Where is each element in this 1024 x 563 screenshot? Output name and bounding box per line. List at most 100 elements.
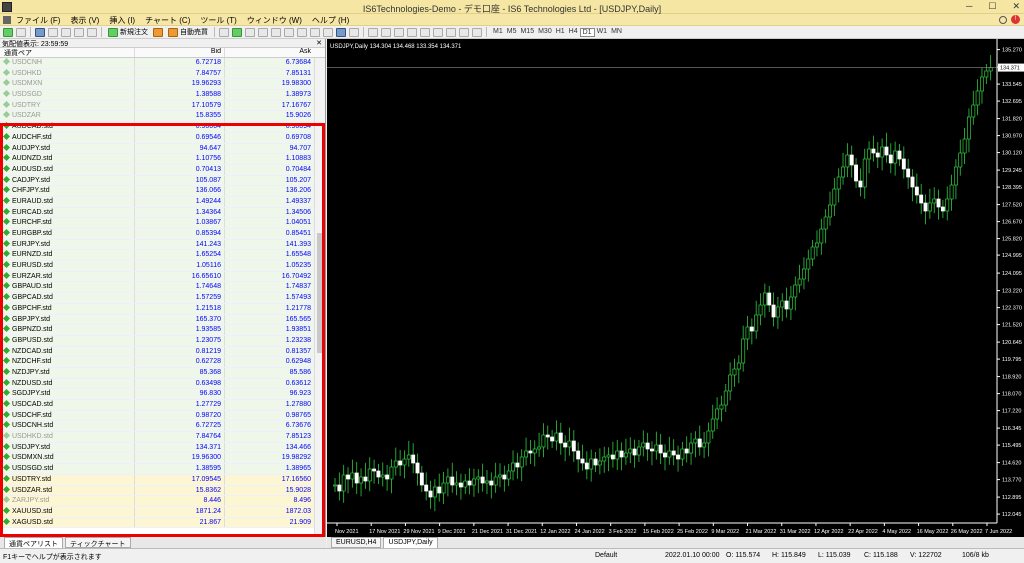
table-row[interactable]: USDCHF.std 0.98720 0.98765: [0, 410, 314, 422]
table-row[interactable]: USDZAR 15.8355 15.9026: [0, 111, 314, 123]
timeframe-d1[interactable]: D1: [579, 27, 595, 37]
terminal-icon[interactable]: [74, 27, 84, 37]
table-row[interactable]: NZDJPY.std 85.368 85.586: [0, 367, 314, 379]
chart-shift-icon[interactable]: [310, 27, 320, 37]
search-icon[interactable]: [999, 15, 1007, 24]
table-row[interactable]: EURNZD.std 1.65254 1.65548: [0, 250, 314, 262]
new-chart-icon[interactable]: [3, 27, 13, 37]
templates-icon[interactable]: [349, 27, 359, 37]
menu-item-4[interactable]: ツール (T): [200, 15, 236, 26]
timeframe-h4[interactable]: H4: [567, 28, 580, 37]
close-button[interactable]: ✕: [1012, 1, 1020, 12]
table-row[interactable]: USDSGD 1.38588 1.38973: [0, 90, 314, 101]
menu-item-2[interactable]: 挿入 (I): [109, 15, 135, 26]
timeframe-h1[interactable]: H1: [554, 28, 567, 37]
tile-windows-icon[interactable]: [284, 27, 294, 37]
col-symbol[interactable]: 通貨ペア: [0, 48, 135, 57]
table-row[interactable]: USDHKD 7.84757 7.85131: [0, 68, 314, 80]
table-row[interactable]: GBPCHF.std 1.21518 1.21778: [0, 303, 314, 315]
table-row[interactable]: GBPUSD.std 1.23075 1.23238: [0, 335, 314, 347]
menu-item-6[interactable]: ヘルプ (H): [312, 15, 349, 26]
table-row[interactable]: CADJPY.std 105.087 105.207: [0, 175, 314, 187]
metaeditor-icon[interactable]: [153, 27, 163, 37]
timeframe-m30[interactable]: M30: [536, 28, 554, 37]
new-order-button[interactable]: 新規注文: [106, 27, 150, 37]
text-icon[interactable]: [459, 27, 469, 37]
maximize-button[interactable]: ☐: [988, 1, 996, 12]
zoom-in-icon[interactable]: [258, 27, 268, 37]
scrollbar-thumb[interactable]: [317, 233, 324, 353]
col-bid[interactable]: Bid: [135, 48, 225, 57]
menu-item-1[interactable]: 表示 (V): [70, 15, 99, 26]
bar-chart-icon[interactable]: [219, 27, 229, 37]
table-row[interactable]: EURUSD.std 1.05116 1.05235: [0, 261, 314, 272]
trendline-icon[interactable]: [420, 27, 430, 37]
table-row[interactable]: USDHKD.std 7.84764 7.85123: [0, 432, 314, 443]
table-row[interactable]: AUDCAD.std 0.90004 0.90094: [0, 122, 314, 133]
table-row[interactable]: AUDJPY.std 94.647 94.707: [0, 143, 314, 155]
table-row[interactable]: AUDNZD.std 1.10756 1.10883: [0, 154, 314, 165]
table-row[interactable]: EURGBP.std 0.85394 0.85451: [0, 228, 314, 240]
data-window-icon[interactable]: [48, 27, 58, 37]
table-row[interactable]: GBPJPY.std 165.370 165.565: [0, 314, 314, 326]
col-ask[interactable]: Ask: [225, 48, 314, 57]
table-row[interactable]: EURCAD.std 1.34364 1.34506: [0, 207, 314, 219]
menu-item-5[interactable]: ウィンドウ (W): [247, 15, 302, 26]
market-watch-scrollbar[interactable]: [314, 58, 325, 537]
timeframe-m5[interactable]: M5: [505, 28, 519, 37]
table-row[interactable]: NZDCHF.std 0.62728 0.62948: [0, 357, 314, 368]
table-row[interactable]: SGDJPY.std 96.830 96.923: [0, 389, 314, 400]
notification-icon[interactable]: !: [1011, 15, 1020, 24]
table-row[interactable]: USDTRY.std 17.09545 17.16560: [0, 474, 314, 486]
table-row[interactable]: EURAUD.std 1.49244 1.49337: [0, 196, 314, 208]
minimize-button[interactable]: ─: [966, 1, 972, 12]
price-chart[interactable]: USDJPY,Daily 134.304 134.468 133.354 134…: [327, 39, 1024, 537]
table-row[interactable]: NZDCAD.std 0.81219 0.81357: [0, 346, 314, 358]
table-row[interactable]: USDMXN.std 19.96300 19.98292: [0, 453, 314, 465]
tab-symbols[interactable]: 通貨ペアリスト: [4, 537, 63, 548]
vertical-line-icon[interactable]: [394, 27, 404, 37]
channel-icon[interactable]: [433, 27, 443, 37]
table-row[interactable]: USDJPY.std 134.371 134.466: [0, 442, 314, 454]
table-row[interactable]: USDCNH 6.72718 6.73684: [0, 58, 314, 69]
indicators-icon[interactable]: [323, 27, 333, 37]
table-row[interactable]: EURCHF.std 1.03867 1.04051: [0, 218, 314, 229]
table-row[interactable]: GBPCAD.std 1.57259 1.57493: [0, 293, 314, 304]
horizontal-line-icon[interactable]: [407, 27, 417, 37]
table-row[interactable]: AUDUSD.std 0.70413 0.70484: [0, 164, 314, 176]
cursor-icon[interactable]: [368, 27, 378, 37]
table-row[interactable]: CHFJPY.std 136.066 136.206: [0, 186, 314, 197]
arrow-icon[interactable]: [472, 27, 482, 37]
menu-item-3[interactable]: チャート (C): [145, 15, 190, 26]
table-row[interactable]: EURJPY.std 141.243 141.393: [0, 239, 314, 251]
table-row[interactable]: AUDCHF.std 0.69546 0.69708: [0, 132, 314, 144]
timeframe-m1[interactable]: M1: [491, 28, 505, 37]
market-watch-icon[interactable]: [35, 27, 45, 37]
fibonacci-icon[interactable]: [446, 27, 456, 37]
table-row[interactable]: USDSGD.std 1.38595 1.38965: [0, 464, 314, 475]
table-row[interactable]: NZDUSD.std 0.63498 0.63612: [0, 378, 314, 390]
table-row[interactable]: USDCNH.std 6.72725 6.73676: [0, 421, 314, 433]
candlestick-icon[interactable]: [232, 27, 242, 37]
table-row[interactable]: XAGUSD.std 21.867 21.909: [0, 517, 314, 529]
table-row[interactable]: GBPAUD.std 1.74648 1.74837: [0, 282, 314, 294]
profiles-icon[interactable]: [16, 27, 26, 37]
timeframe-mn[interactable]: MN: [609, 28, 624, 37]
tab-eurusd-h4[interactable]: EURUSD,H4: [331, 537, 382, 548]
table-row[interactable]: XAUUSD.std 1871.24 1872.03: [0, 506, 314, 518]
table-row[interactable]: EURZAR.std 16.65610 16.70492: [0, 271, 314, 283]
zoom-out-icon[interactable]: [271, 27, 281, 37]
line-chart-icon[interactable]: [245, 27, 255, 37]
table-row[interactable]: USDTRY 17.10579 17.16767: [0, 100, 314, 112]
table-row[interactable]: USDZAR.std 15.8362 15.9028: [0, 485, 314, 497]
close-icon[interactable]: ✕: [316, 39, 322, 47]
periods-icon[interactable]: [336, 27, 346, 37]
navigator-icon[interactable]: [61, 27, 71, 37]
tab-tick-chart[interactable]: ティックチャート: [65, 537, 131, 548]
auto-trading-button[interactable]: 自動売買: [166, 27, 210, 37]
menu-item-0[interactable]: ファイル (F): [16, 15, 60, 26]
autoscroll-icon[interactable]: [297, 27, 307, 37]
tab-usdjpy-daily[interactable]: USDJPY,Daily: [383, 537, 438, 548]
crosshair-icon[interactable]: [381, 27, 391, 37]
tester-icon[interactable]: [87, 27, 97, 37]
